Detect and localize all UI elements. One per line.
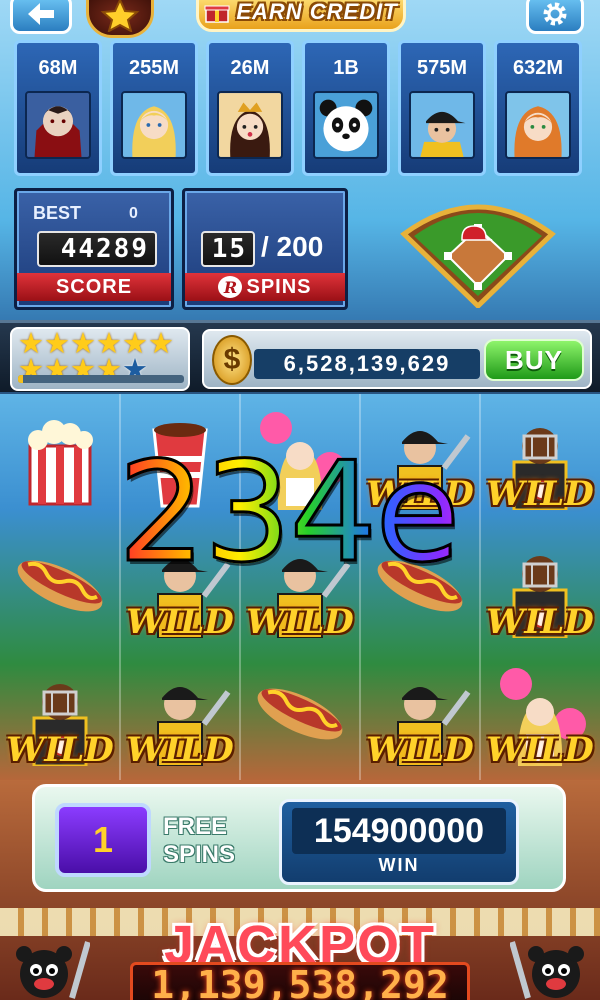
player-score: 255M bbox=[128, 57, 180, 79]
back-arrow-icon bbox=[28, 3, 54, 25]
top-bar: EARN CREDIT bbox=[0, 0, 600, 38]
hotdog-icon bbox=[257, 688, 343, 740]
redhead-girl-avatar bbox=[505, 91, 571, 159]
win-value: 154900000 bbox=[292, 808, 506, 854]
princess-avatar bbox=[217, 91, 283, 159]
gear-icon bbox=[543, 2, 567, 26]
star-filled-icon: ★ bbox=[148, 328, 174, 360]
score-panel: BEST 0 44289 SCORE bbox=[14, 188, 174, 310]
earn-credit-button[interactable]: EARN CREDIT bbox=[196, 0, 406, 32]
spins-label-bar: R SPINS bbox=[185, 273, 345, 301]
player-score: 1B bbox=[333, 57, 359, 79]
settings-button[interactable] bbox=[526, 0, 584, 34]
leaderboard-player[interactable]: 575M bbox=[398, 40, 486, 176]
jackpot-amount-box: 1,139,538,292 bbox=[130, 962, 470, 1000]
blonde-girl-avatar bbox=[121, 91, 187, 159]
mascot-icon bbox=[0, 938, 91, 1000]
score-label: SCORE bbox=[55, 275, 133, 298]
win-box: 154900000 WIN bbox=[279, 799, 519, 885]
wild-label: WILD bbox=[126, 602, 234, 642]
free-spins-count: 1 bbox=[55, 803, 151, 877]
reel-symbol-batter-wild: WILD bbox=[360, 650, 480, 778]
jackpot-area: JACKPOT 1,139,538,292 bbox=[0, 900, 600, 1000]
baseball-player-avatar bbox=[409, 91, 475, 159]
dollar-coin-icon: $ bbox=[212, 335, 252, 385]
mascot-icon bbox=[509, 938, 600, 1000]
hotdog-icon bbox=[17, 560, 103, 612]
slot-game-screen: EARN CREDIT 68M 255M 26M 1B 575M 632M BE… bbox=[0, 0, 600, 1000]
reel-symbol-hotdog bbox=[240, 650, 360, 778]
player-score: 632M bbox=[512, 57, 564, 79]
level-box[interactable]: ★ ★ ★ ★ ★ ★ ★ ★ ★ ★ ★ bbox=[10, 327, 190, 391]
leaderboard-player[interactable]: 26M bbox=[206, 40, 294, 176]
reel-symbol-popcorn bbox=[0, 394, 120, 522]
player-score: 68M bbox=[38, 57, 78, 79]
leaderboard-player[interactable]: 1B bbox=[302, 40, 390, 176]
player-score: 26M bbox=[230, 57, 270, 79]
best-label: BEST bbox=[33, 203, 82, 223]
xp-progress-fill bbox=[18, 375, 23, 383]
player-score: 575M bbox=[416, 57, 468, 79]
spins-total: / 200 bbox=[261, 231, 324, 262]
reel-symbol-hotdog bbox=[0, 522, 120, 650]
spins-panel: 15 / 200 R SPINS bbox=[182, 188, 348, 310]
reel-symbol-batter-wild: WILD bbox=[120, 650, 240, 778]
coin-balance: 6,528,139,629 bbox=[254, 349, 480, 379]
free-spins-label: FREE SPINS bbox=[163, 813, 253, 869]
gift-icon bbox=[204, 5, 230, 23]
score-counter: 44289 bbox=[37, 231, 157, 267]
best-value: 0 bbox=[129, 205, 138, 222]
win-label: WIN bbox=[378, 855, 420, 875]
wild-label: WILD bbox=[6, 730, 114, 770]
coin-balance-box: $ 6,528,139,629 BUY bbox=[202, 329, 592, 389]
wild-label: WILD bbox=[486, 730, 594, 770]
status-bar: ★ ★ ★ ★ ★ ★ ★ ★ ★ ★ ★ $ 6,528,139,629 BUY bbox=[0, 320, 600, 392]
free-spins-label-line1: FREE bbox=[163, 813, 228, 840]
overlay-number: 234e bbox=[117, 442, 498, 583]
spins-label: SPINS bbox=[246, 275, 312, 298]
reel-symbol-catcher-wild: WILD bbox=[0, 650, 120, 778]
leaderboard-player[interactable]: 68M bbox=[14, 40, 102, 176]
buy-button[interactable]: BUY bbox=[484, 339, 584, 381]
xp-progress-bar bbox=[18, 375, 184, 383]
wild-label: WILD bbox=[366, 730, 474, 770]
jackpot-amount: 1,139,538,292 bbox=[151, 963, 449, 1000]
reel-symbol-cheerleader-wild: WILD bbox=[480, 650, 600, 778]
leaderboard-player[interactable]: 632M bbox=[494, 40, 582, 176]
score-label-bar: SCORE bbox=[17, 273, 171, 301]
spins-used-counter: 15 bbox=[201, 231, 255, 267]
leaderboard-player[interactable]: 255M bbox=[110, 40, 198, 176]
wild-label: WILD bbox=[126, 730, 234, 770]
vampire-avatar bbox=[25, 91, 91, 159]
wild-label: WILD bbox=[246, 602, 354, 642]
r-logo-icon: R bbox=[218, 276, 243, 298]
baseball-field-icon[interactable] bbox=[398, 190, 558, 310]
back-button[interactable] bbox=[10, 0, 72, 34]
win-panel: 1 FREE SPINS 154900000 WIN bbox=[32, 784, 566, 892]
free-spins-label-line2: SPINS bbox=[163, 841, 236, 868]
earn-credit-label: EARN CREDIT bbox=[236, 0, 398, 24]
star-icon bbox=[100, 0, 140, 32]
friends-leaderboard: 68M 255M 26M 1B 575M 632M bbox=[14, 40, 586, 176]
wild-label: WILD bbox=[486, 602, 594, 642]
panda-avatar bbox=[313, 91, 379, 159]
rank-badge[interactable] bbox=[86, 0, 154, 38]
popcorn-icon bbox=[28, 420, 93, 506]
